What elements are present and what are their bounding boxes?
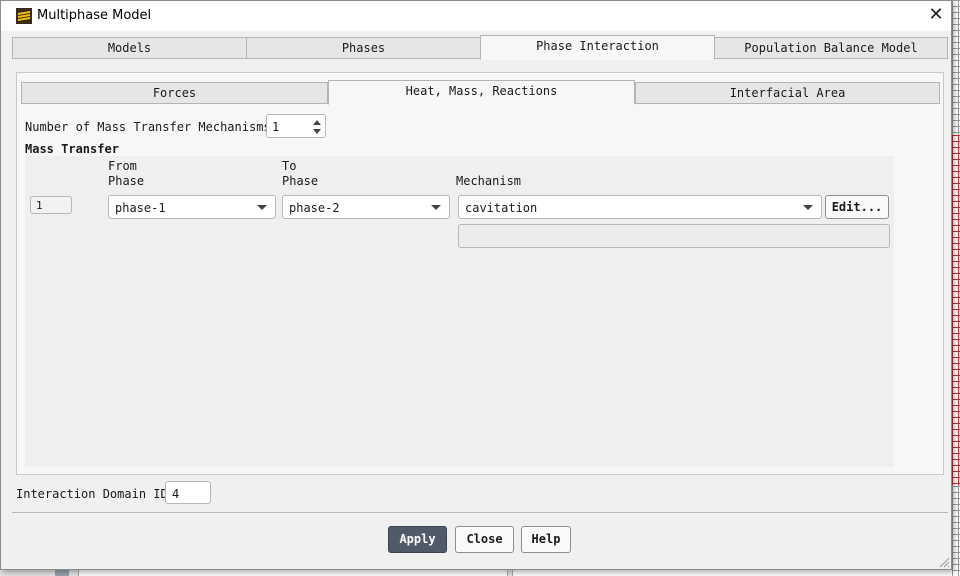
from-phase-select[interactable]: phase-1 — [108, 195, 276, 219]
mechanism-parameter-field[interactable] — [458, 224, 890, 248]
subtab-interfacial-area[interactable]: Interfacial Area — [635, 82, 940, 104]
to-phase-select[interactable]: phase-2 — [282, 195, 450, 219]
mass-transfer-count-spinner[interactable]: 1 — [266, 114, 326, 138]
from-phase-value: phase-1 — [115, 201, 166, 215]
title-bar: Multiphase Model ✕ — [1, 1, 951, 31]
mass-transfer-count-value: 1 — [272, 120, 280, 134]
interaction-domain-label: Interaction Domain ID — [16, 487, 168, 501]
header-to-line1: To — [282, 159, 297, 173]
mechanism-select[interactable]: cavitation — [458, 195, 822, 219]
interaction-domain-value: 4 — [172, 487, 180, 501]
chevron-down-icon — [431, 205, 441, 210]
to-phase-value: phase-2 — [289, 201, 340, 215]
mechanism-value: cavitation — [465, 201, 538, 215]
tab-phases[interactable]: Phases — [246, 37, 481, 59]
mass-transfer-group-title: Mass Transfer — [25, 142, 119, 156]
header-from-line2: Phase — [108, 174, 145, 188]
subtab-forces[interactable]: Forces — [21, 82, 328, 104]
background-mesh-highlight — [952, 135, 960, 485]
header-to-line2: Phase — [282, 174, 319, 188]
phase-interaction-panel: Forces Heat, Mass, Reactions Interfacial… — [16, 72, 944, 475]
close-button[interactable]: Close — [455, 526, 514, 553]
edit-mechanism-button[interactable]: Edit... — [825, 195, 889, 219]
interaction-domain-field[interactable]: 4 — [165, 481, 211, 504]
tab-models[interactable]: Models — [12, 37, 247, 59]
multiphase-model-dialog: Multiphase Model ✕ Models Phases Phase I… — [0, 0, 952, 570]
chevron-down-icon — [803, 205, 813, 210]
spin-down-icon[interactable] — [313, 129, 321, 134]
table-row-index: 1 — [30, 196, 72, 214]
background-strip — [55, 570, 69, 576]
help-button[interactable]: Help — [521, 526, 571, 553]
row-index-value: 1 — [36, 199, 43, 212]
header-mechanism: Mechanism — [456, 174, 522, 188]
ansys-fluent-icon — [16, 8, 32, 24]
tab-population-balance-model[interactable]: Population Balance Model — [714, 37, 948, 59]
mass-transfer-table: From Phase To Phase Mechanism 1 phase-1 … — [25, 156, 894, 467]
footer-separator — [12, 512, 948, 513]
background-panel-left — [78, 570, 508, 576]
close-icon[interactable]: ✕ — [924, 4, 948, 26]
mass-transfer-count-label: Number of Mass Transfer Mechanisms — [25, 120, 271, 134]
spin-up-icon[interactable] — [313, 120, 321, 125]
header-from-line1: From — [108, 159, 137, 173]
dialog-title: Multiphase Model — [37, 8, 152, 23]
apply-button[interactable]: Apply — [388, 526, 447, 553]
resize-grip-icon[interactable] — [937, 555, 950, 568]
tab-phase-interaction[interactable]: Phase Interaction — [480, 35, 715, 60]
chevron-down-icon — [257, 205, 267, 210]
subtab-heat-mass-reactions[interactable]: Heat, Mass, Reactions — [328, 80, 635, 105]
background-panel-right — [512, 570, 952, 576]
